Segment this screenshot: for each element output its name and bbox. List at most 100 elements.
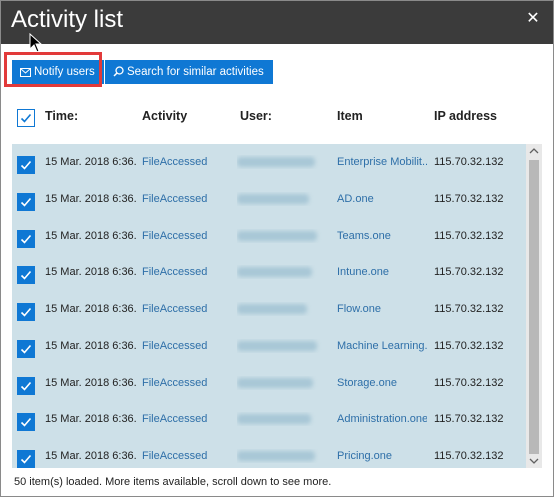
checkmark-icon — [20, 381, 32, 391]
vertical-scrollbar[interactable] — [526, 144, 542, 468]
cell-activity[interactable]: FileAccessed — [142, 376, 232, 390]
cell-activity[interactable]: FileAccessed — [142, 192, 232, 206]
mail-icon — [20, 68, 31, 77]
cell-user-redacted — [237, 192, 327, 206]
title-bar: Activity list ✕ — [1, 1, 553, 44]
table-row[interactable]: 15 Mar. 2018 6:36... FileAccessed Storag… — [12, 365, 526, 401]
checkmark-icon — [20, 454, 32, 464]
row-checkbox[interactable] — [17, 413, 35, 431]
cell-item[interactable]: Flow.one — [337, 302, 427, 316]
cell-item[interactable]: Storage.one — [337, 376, 427, 390]
column-header-time[interactable]: Time: — [45, 109, 78, 123]
cell-activity[interactable]: FileAccessed — [142, 265, 232, 279]
cell-user-redacted — [237, 412, 327, 426]
cell-user-redacted — [237, 449, 327, 463]
mouse-pointer-icon — [29, 33, 43, 53]
redacted-user — [237, 304, 307, 314]
redacted-user — [237, 157, 315, 167]
cell-item[interactable]: Machine Learning... — [337, 339, 427, 353]
cell-activity[interactable]: FileAccessed — [142, 449, 232, 463]
cell-time: 15 Mar. 2018 6:36... — [45, 340, 137, 352]
column-header-user[interactable]: User: — [240, 109, 272, 123]
cell-item[interactable]: Enterprise Mobilit... — [337, 155, 427, 169]
cell-ip: 115.70.32.132 — [434, 230, 504, 242]
scroll-down-icon[interactable] — [526, 454, 542, 468]
row-checkbox[interactable] — [17, 193, 35, 211]
cell-item[interactable]: Administration.one — [337, 412, 427, 426]
row-checkbox[interactable] — [17, 450, 35, 468]
redacted-user — [237, 231, 317, 241]
cell-time: 15 Mar. 2018 6:36... — [45, 230, 137, 242]
cell-activity[interactable]: FileAccessed — [142, 302, 232, 316]
table-row[interactable]: 15 Mar. 2018 6:36... FileAccessed Pricin… — [12, 438, 526, 468]
cell-time: 15 Mar. 2018 6:36... — [45, 377, 137, 389]
cell-time: 15 Mar. 2018 6:36... — [45, 450, 137, 462]
cell-user-redacted — [237, 229, 327, 243]
cell-time: 15 Mar. 2018 6:36... — [45, 413, 137, 425]
table-row[interactable]: 15 Mar. 2018 6:36... FileAccessed Machin… — [12, 328, 526, 364]
table-row[interactable]: 15 Mar. 2018 6:36... FileAccessed Flow.o… — [12, 291, 526, 327]
cell-ip: 115.70.32.132 — [434, 413, 504, 425]
cell-activity[interactable]: FileAccessed — [142, 339, 232, 353]
redacted-user — [237, 378, 313, 388]
scroll-up-icon[interactable] — [526, 144, 542, 158]
row-checkbox[interactable] — [17, 340, 35, 358]
cell-ip: 115.70.32.132 — [434, 340, 504, 352]
close-icon[interactable]: ✕ — [523, 9, 543, 29]
checkmark-icon — [20, 344, 32, 354]
cell-time: 15 Mar. 2018 6:36... — [45, 266, 137, 278]
checkmark-icon — [20, 417, 32, 427]
checkmark-icon — [20, 234, 32, 244]
cell-ip: 115.70.32.132 — [434, 156, 504, 168]
select-all-checkbox[interactable] — [17, 109, 35, 127]
checkmark-icon — [20, 160, 32, 170]
cell-item[interactable]: Intune.one — [337, 265, 427, 279]
cell-activity[interactable]: FileAccessed — [142, 155, 232, 169]
table-row[interactable]: 15 Mar. 2018 6:36... FileAccessed Teams.… — [12, 218, 526, 254]
column-header-ip[interactable]: IP address — [434, 109, 497, 123]
cell-ip: 115.70.32.132 — [434, 450, 504, 462]
notify-users-button[interactable]: Notify users — [12, 60, 104, 84]
cell-user-redacted — [237, 339, 327, 353]
row-checkbox[interactable] — [17, 230, 35, 248]
cell-user-redacted — [237, 155, 327, 169]
scrollbar-thumb[interactable] — [529, 160, 539, 454]
activity-list-dialog: Activity list ✕ Notify users Search for … — [0, 0, 554, 497]
status-text: 50 item(s) loaded. More items available,… — [14, 476, 332, 488]
cell-user-redacted — [237, 302, 327, 316]
search-similar-button[interactable]: Search for similar activities — [105, 60, 273, 84]
cell-ip: 115.70.32.132 — [434, 303, 504, 315]
cell-ip: 115.70.32.132 — [434, 193, 504, 205]
redacted-user — [237, 267, 312, 277]
cell-user-redacted — [237, 376, 327, 390]
cell-user-redacted — [237, 265, 327, 279]
table-header: Time: Activity User: Item IP address — [1, 105, 553, 131]
notify-users-label: Notify users — [34, 66, 95, 78]
redacted-user — [237, 451, 315, 461]
checkmark-icon — [20, 113, 32, 123]
activity-table-body: 15 Mar. 2018 6:36... FileAccessed Enterp… — [12, 144, 526, 468]
column-header-activity[interactable]: Activity — [142, 109, 187, 123]
row-checkbox[interactable] — [17, 266, 35, 284]
search-similar-label: Search for similar activities — [127, 66, 264, 78]
cell-time: 15 Mar. 2018 6:36... — [45, 193, 137, 205]
checkmark-icon — [20, 270, 32, 280]
cell-item[interactable]: Pricing.one — [337, 449, 427, 463]
table-row[interactable]: 15 Mar. 2018 6:36... FileAccessed Intune… — [12, 254, 526, 290]
cell-item[interactable]: AD.one — [337, 192, 427, 206]
table-row[interactable]: 15 Mar. 2018 6:36... FileAccessed AD.one… — [12, 181, 526, 217]
row-checkbox[interactable] — [17, 377, 35, 395]
cell-ip: 115.70.32.132 — [434, 266, 504, 278]
checkmark-icon — [20, 307, 32, 317]
cell-activity[interactable]: FileAccessed — [142, 412, 232, 426]
cell-item[interactable]: Teams.one — [337, 229, 427, 243]
column-header-item[interactable]: Item — [337, 109, 363, 123]
row-checkbox[interactable] — [17, 156, 35, 174]
row-checkbox[interactable] — [17, 303, 35, 321]
cell-ip: 115.70.32.132 — [434, 377, 504, 389]
table-row[interactable]: 15 Mar. 2018 6:36... FileAccessed Admini… — [12, 401, 526, 437]
table-row[interactable]: 15 Mar. 2018 6:36... FileAccessed Enterp… — [12, 144, 526, 180]
search-icon — [113, 66, 124, 77]
dialog-title: Activity list — [11, 6, 124, 33]
cell-activity[interactable]: FileAccessed — [142, 229, 232, 243]
